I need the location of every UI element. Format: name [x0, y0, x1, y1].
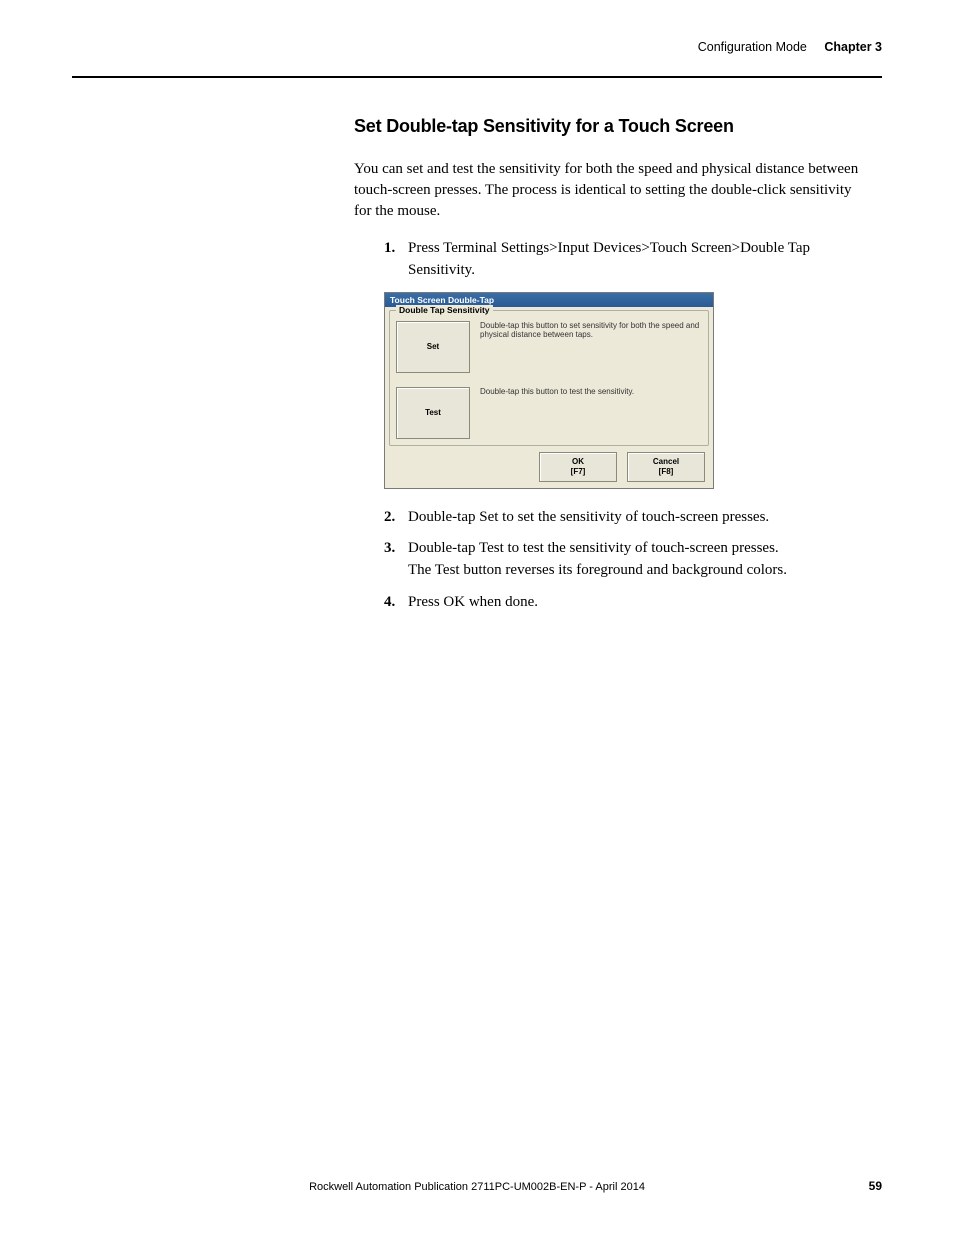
ok-key: [F7]	[571, 467, 586, 477]
dialog-screenshot: Touch Screen Double-Tap Double Tap Sensi…	[384, 292, 714, 489]
step-number: 4.	[384, 592, 395, 614]
ok-button[interactable]: OK [F7]	[539, 452, 617, 482]
cancel-label: Cancel	[653, 457, 679, 467]
header-section: Configuration Mode	[698, 40, 807, 54]
step-text: Press OK when done.	[408, 594, 538, 610]
sensitivity-group: Double Tap Sensitivity Set Double-tap th…	[389, 310, 709, 446]
step-number: 1.	[384, 238, 395, 260]
step-3: 3. Double-tap Test to test the sensitivi…	[384, 538, 864, 582]
step-text: Double-tap Test to test the sensitivity …	[408, 540, 779, 556]
step-text: Press Terminal Settings>Input Devices>To…	[408, 240, 810, 278]
cancel-key: [F8]	[659, 467, 674, 477]
page-header: Configuration Mode Chapter 3	[72, 40, 882, 56]
page-footer: Rockwell Automation Publication 2711PC-U…	[0, 1181, 954, 1193]
step-number: 3.	[384, 538, 395, 560]
step-4: 4. Press OK when done.	[384, 592, 864, 614]
group-legend: Double Tap Sensitivity	[396, 305, 493, 315]
cancel-button[interactable]: Cancel [F8]	[627, 452, 705, 482]
ok-label: OK	[572, 457, 584, 467]
test-button[interactable]: Test	[396, 387, 470, 439]
step-1: 1. Press Terminal Settings>Input Devices…	[384, 238, 864, 282]
section-heading: Set Double-tap Sensitivity for a Touch S…	[354, 116, 864, 137]
set-button[interactable]: Set	[396, 321, 470, 373]
header-chapter: Chapter 3	[824, 40, 882, 54]
step-2: 2. Double-tap Set to set the sensitivity…	[384, 507, 864, 529]
step-text-cont: The Test button reverses its foreground …	[408, 562, 787, 578]
test-description: Double-tap this button to test the sensi…	[480, 387, 702, 397]
step-number: 2.	[384, 507, 395, 529]
page-number: 59	[869, 1179, 882, 1193]
header-rule	[72, 76, 882, 78]
step-text: Double-tap Set to set the sensitivity of…	[408, 509, 769, 525]
set-description: Double-tap this button to set sensitivit…	[480, 321, 702, 340]
intro-paragraph: You can set and test the sensitivity for…	[354, 159, 864, 222]
